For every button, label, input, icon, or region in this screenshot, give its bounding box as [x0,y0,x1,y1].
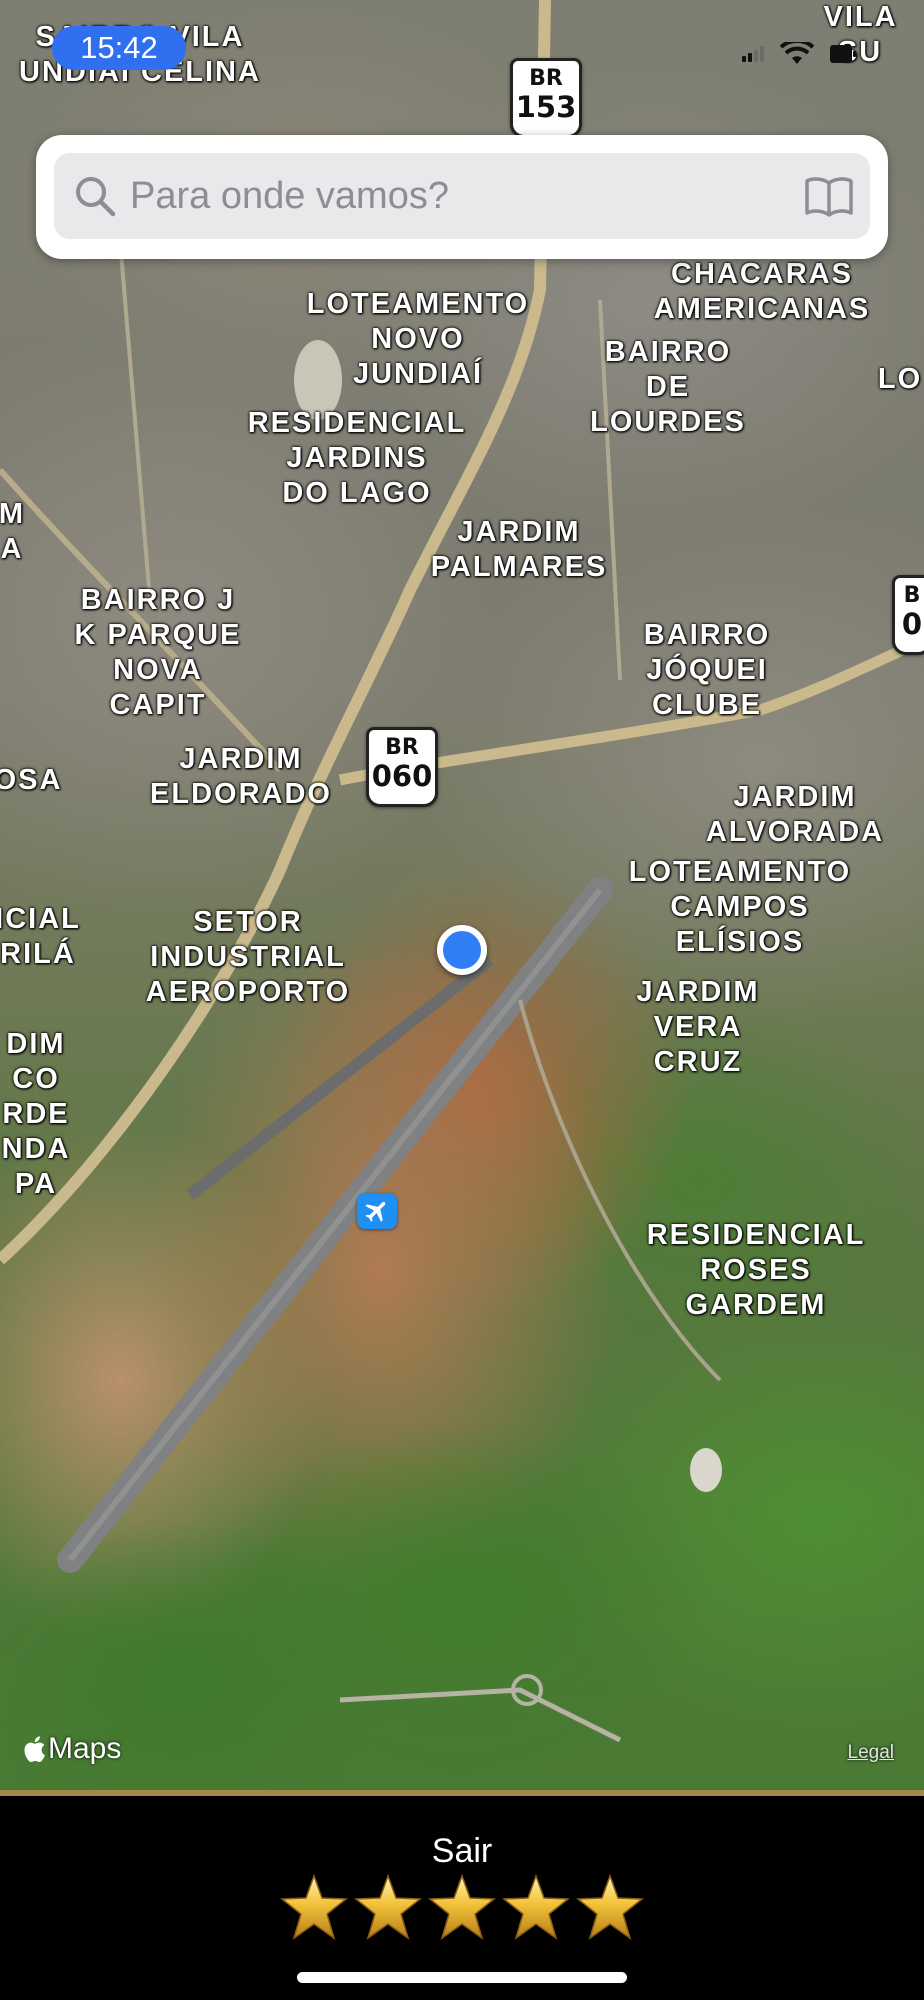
cellular-signal-icon [742,46,764,62]
star-icon[interactable] [576,1874,644,1940]
place-label: JARDIM PALMARES [430,516,608,583]
status-icons [742,42,856,66]
place-label: CHACARAS AMERICANAS [653,258,871,325]
place-label: JARDIM VERA CRUZ [636,976,760,1078]
book-icon[interactable] [804,175,854,217]
maps-brand-label: Maps [48,1732,122,1765]
place-label: M A [0,498,26,565]
place-label: BAIRRO J K PARQUE NOVA CAPIT [74,584,242,721]
airplane-icon [365,1201,386,1222]
search-card [36,135,888,259]
legal-link[interactable]: Legal [848,1742,895,1764]
star-icon[interactable] [354,1874,422,1940]
place-label: LOTEAMENTO NOVO JUNDIAÍ [306,288,530,390]
place-label: BAIRRO JÓQUEI CLUBE [643,619,771,721]
apple-icon [24,1736,45,1762]
star-icon[interactable] [428,1874,496,1940]
search-icon [76,177,116,217]
battery-icon [830,45,856,63]
map-view[interactable]: SAIRRO VILA UNDIAÍ CELINA VILA SU LOTEAM… [0,0,924,1790]
home-indicator[interactable] [297,1972,627,1983]
route-shield: BR 060 [366,727,438,807]
maps-logo: Maps [22,1732,121,1766]
star-icon[interactable] [502,1874,570,1940]
current-location-dot[interactable] [437,925,487,975]
search-input[interactable] [130,174,804,218]
wifi-icon [780,42,814,64]
route-shield-code: BR [529,66,563,91]
place-label: BAIRRO DE LOURDES [590,336,746,438]
airport-marker[interactable] [357,1193,397,1229]
rating-stars[interactable] [0,1874,924,1940]
route-shield-number: 0 [901,607,923,641]
route-shield-code: BR [385,735,419,760]
place-label: LO [877,363,923,395]
search-bar[interactable] [54,153,870,239]
place-label: JARDIM ELDORADO [150,743,332,810]
route-shield-code: B [903,583,921,608]
status-time[interactable]: 15:42 [52,26,186,70]
route-shield-number: 153 [515,90,577,124]
exit-button[interactable]: Sair [0,1832,924,1871]
star-icon[interactable] [280,1874,348,1940]
route-shield: BR 153 [510,58,582,138]
place-label: OSA [0,764,63,796]
place-label: RESIDENCIAL ROSES GARDEM [646,1219,866,1321]
place-label: JARDIM ALVORADA [705,781,885,848]
bottom-panel: Sair [0,1796,924,2000]
place-label: LOTEAMENTO CAMPOS ELÍSIOS [628,856,852,958]
place-label: SETOR INDUSTRIAL AEROPORTO [145,906,351,1008]
place-label: ICIAL RILÁ [0,903,81,970]
route-shield-number: 060 [371,759,433,793]
place-label: DIM CO RDE NDA PA [1,1028,71,1200]
place-label: RESIDENCIAL JARDINS DO LAGO [247,407,467,509]
route-shield: B 0 [892,575,924,655]
